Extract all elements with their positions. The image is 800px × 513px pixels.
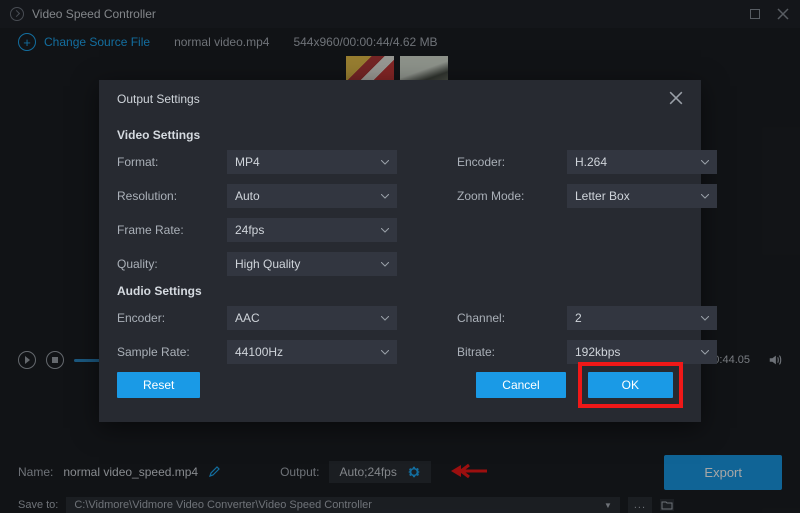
output-settings-modal: Output Settings Video Settings Format: M… (99, 80, 701, 422)
cancel-button[interactable]: Cancel (476, 372, 565, 398)
aencoder-label: Encoder: (117, 311, 227, 325)
reset-button[interactable]: Reset (117, 372, 200, 398)
format-label: Format: (117, 155, 227, 169)
quality-label: Quality: (117, 257, 227, 271)
samplerate-label: Sample Rate: (117, 345, 227, 359)
framerate-select[interactable]: 24fps (227, 218, 397, 242)
chevron-down-icon (701, 316, 709, 321)
chevron-down-icon (381, 350, 389, 355)
quality-select[interactable]: High Quality (227, 252, 397, 276)
chevron-down-icon (381, 194, 389, 199)
channel-select[interactable]: 2 (567, 306, 717, 330)
framerate-label: Frame Rate: (117, 223, 227, 237)
chevron-down-icon (701, 350, 709, 355)
annotation-ok-highlight: OK (578, 362, 683, 408)
bitrate-label: Bitrate: (457, 345, 567, 359)
encoder-label: Encoder: (457, 155, 567, 169)
encoder-select[interactable]: H.264 (567, 150, 717, 174)
bitrate-select[interactable]: 192kbps (567, 340, 717, 364)
chevron-down-icon (381, 316, 389, 321)
zoom-label: Zoom Mode: (457, 189, 567, 203)
samplerate-select[interactable]: 44100Hz (227, 340, 397, 364)
chevron-down-icon (381, 160, 389, 165)
resolution-label: Resolution: (117, 189, 227, 203)
modal-close-button[interactable] (669, 91, 683, 108)
format-select[interactable]: MP4 (227, 150, 397, 174)
resolution-select[interactable]: Auto (227, 184, 397, 208)
audio-section-title: Audio Settings (117, 284, 683, 298)
channel-label: Channel: (457, 311, 567, 325)
chevron-down-icon (381, 228, 389, 233)
chevron-down-icon (381, 262, 389, 267)
ok-button[interactable]: OK (588, 372, 673, 398)
modal-title: Output Settings (117, 92, 200, 106)
video-section-title: Video Settings (117, 128, 683, 142)
zoom-select[interactable]: Letter Box (567, 184, 717, 208)
chevron-down-icon (701, 160, 709, 165)
aencoder-select[interactable]: AAC (227, 306, 397, 330)
chevron-down-icon (701, 194, 709, 199)
